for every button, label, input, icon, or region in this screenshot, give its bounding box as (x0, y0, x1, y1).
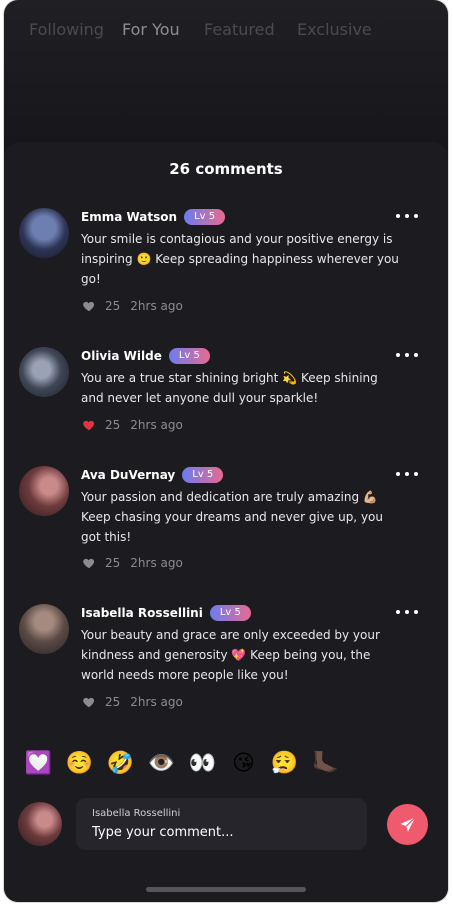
tab-following[interactable]: Following (29, 20, 104, 39)
comment-text: Your passion and dedication are truly am… (81, 490, 383, 544)
emoji-exhale-button[interactable]: 😮‍💨 (264, 748, 305, 780)
avatar[interactable] (19, 347, 69, 397)
composer-user-name: Isabella Rossellini (92, 808, 181, 819)
level-badge: Lv 5 (184, 209, 226, 225)
avatar[interactable] (19, 604, 69, 654)
send-button[interactable] (387, 804, 428, 845)
emoji-kiss-button[interactable]: 😘 (223, 748, 264, 780)
more-options-icon[interactable] (396, 472, 418, 476)
more-options-icon[interactable] (396, 214, 418, 218)
like-count: 25 (105, 418, 121, 432)
more-options-icon[interactable] (396, 610, 418, 614)
level-badge: Lv 5 (168, 348, 210, 364)
level-badge: Lv 5 (209, 605, 251, 621)
comment-input-box[interactable]: Isabella Rossellini (76, 798, 367, 850)
composer-avatar (18, 802, 62, 846)
like-count: 25 (105, 695, 121, 709)
comment-text: Your beauty and grace are only exceeded … (81, 628, 380, 682)
heart-icon[interactable] (82, 556, 96, 570)
emoji-bar: 💟 ☺️ 🤣 👁️ 👀 😘 😮‍💨 🦶🏿 (18, 748, 346, 780)
home-indicator[interactable] (146, 887, 306, 892)
avatar[interactable] (19, 466, 69, 516)
tab-exclusive[interactable]: Exclusive (297, 20, 372, 39)
comment-input[interactable] (90, 822, 354, 842)
heart-icon[interactable] (82, 695, 96, 709)
comments-sheet: 26 comments Emma Watson Lv 5 Your smile … (4, 142, 448, 902)
phone-screen: Following For You Featured Exclusive 26 … (4, 0, 448, 902)
level-badge: Lv 5 (182, 467, 224, 483)
commenter-name[interactable]: Olivia Wilde (81, 349, 162, 363)
emoji-smiling-button[interactable]: ☺️ (59, 748, 100, 780)
emoji-foot-button[interactable]: 🦶🏿 (305, 748, 346, 780)
like-count: 25 (105, 556, 121, 570)
commenter-name[interactable]: Ava DuVernay (81, 468, 175, 482)
emoji-eyes-button[interactable]: 👀 (182, 748, 223, 780)
avatar[interactable] (19, 208, 69, 258)
tab-featured[interactable]: Featured (204, 20, 275, 39)
like-count: 25 (105, 299, 121, 313)
emoji-eye-button[interactable]: 👁️ (141, 748, 182, 780)
timestamp: 2hrs ago (130, 299, 183, 313)
heart-icon[interactable] (82, 418, 96, 432)
timestamp: 2hrs ago (130, 556, 183, 570)
timestamp: 2hrs ago (130, 695, 183, 709)
send-icon (400, 816, 416, 832)
commenter-name[interactable]: Isabella Rossellini (81, 606, 203, 620)
heart-icon[interactable] (82, 299, 96, 313)
emoji-heart-button[interactable]: 💟 (18, 748, 59, 780)
commenter-name[interactable]: Emma Watson (81, 210, 177, 224)
emoji-laughing-button[interactable]: 🤣 (100, 748, 141, 780)
more-options-icon[interactable] (396, 353, 418, 357)
top-nav: Following For You Featured Exclusive (4, 20, 448, 44)
tab-for-you[interactable]: For You (122, 20, 180, 39)
comments-title: 26 comments (169, 160, 283, 178)
comment-text: Your smile is contagious and your positi… (81, 232, 399, 286)
comment-text: You are a true star shining bright 💫 Kee… (81, 371, 378, 405)
timestamp: 2hrs ago (130, 418, 183, 432)
